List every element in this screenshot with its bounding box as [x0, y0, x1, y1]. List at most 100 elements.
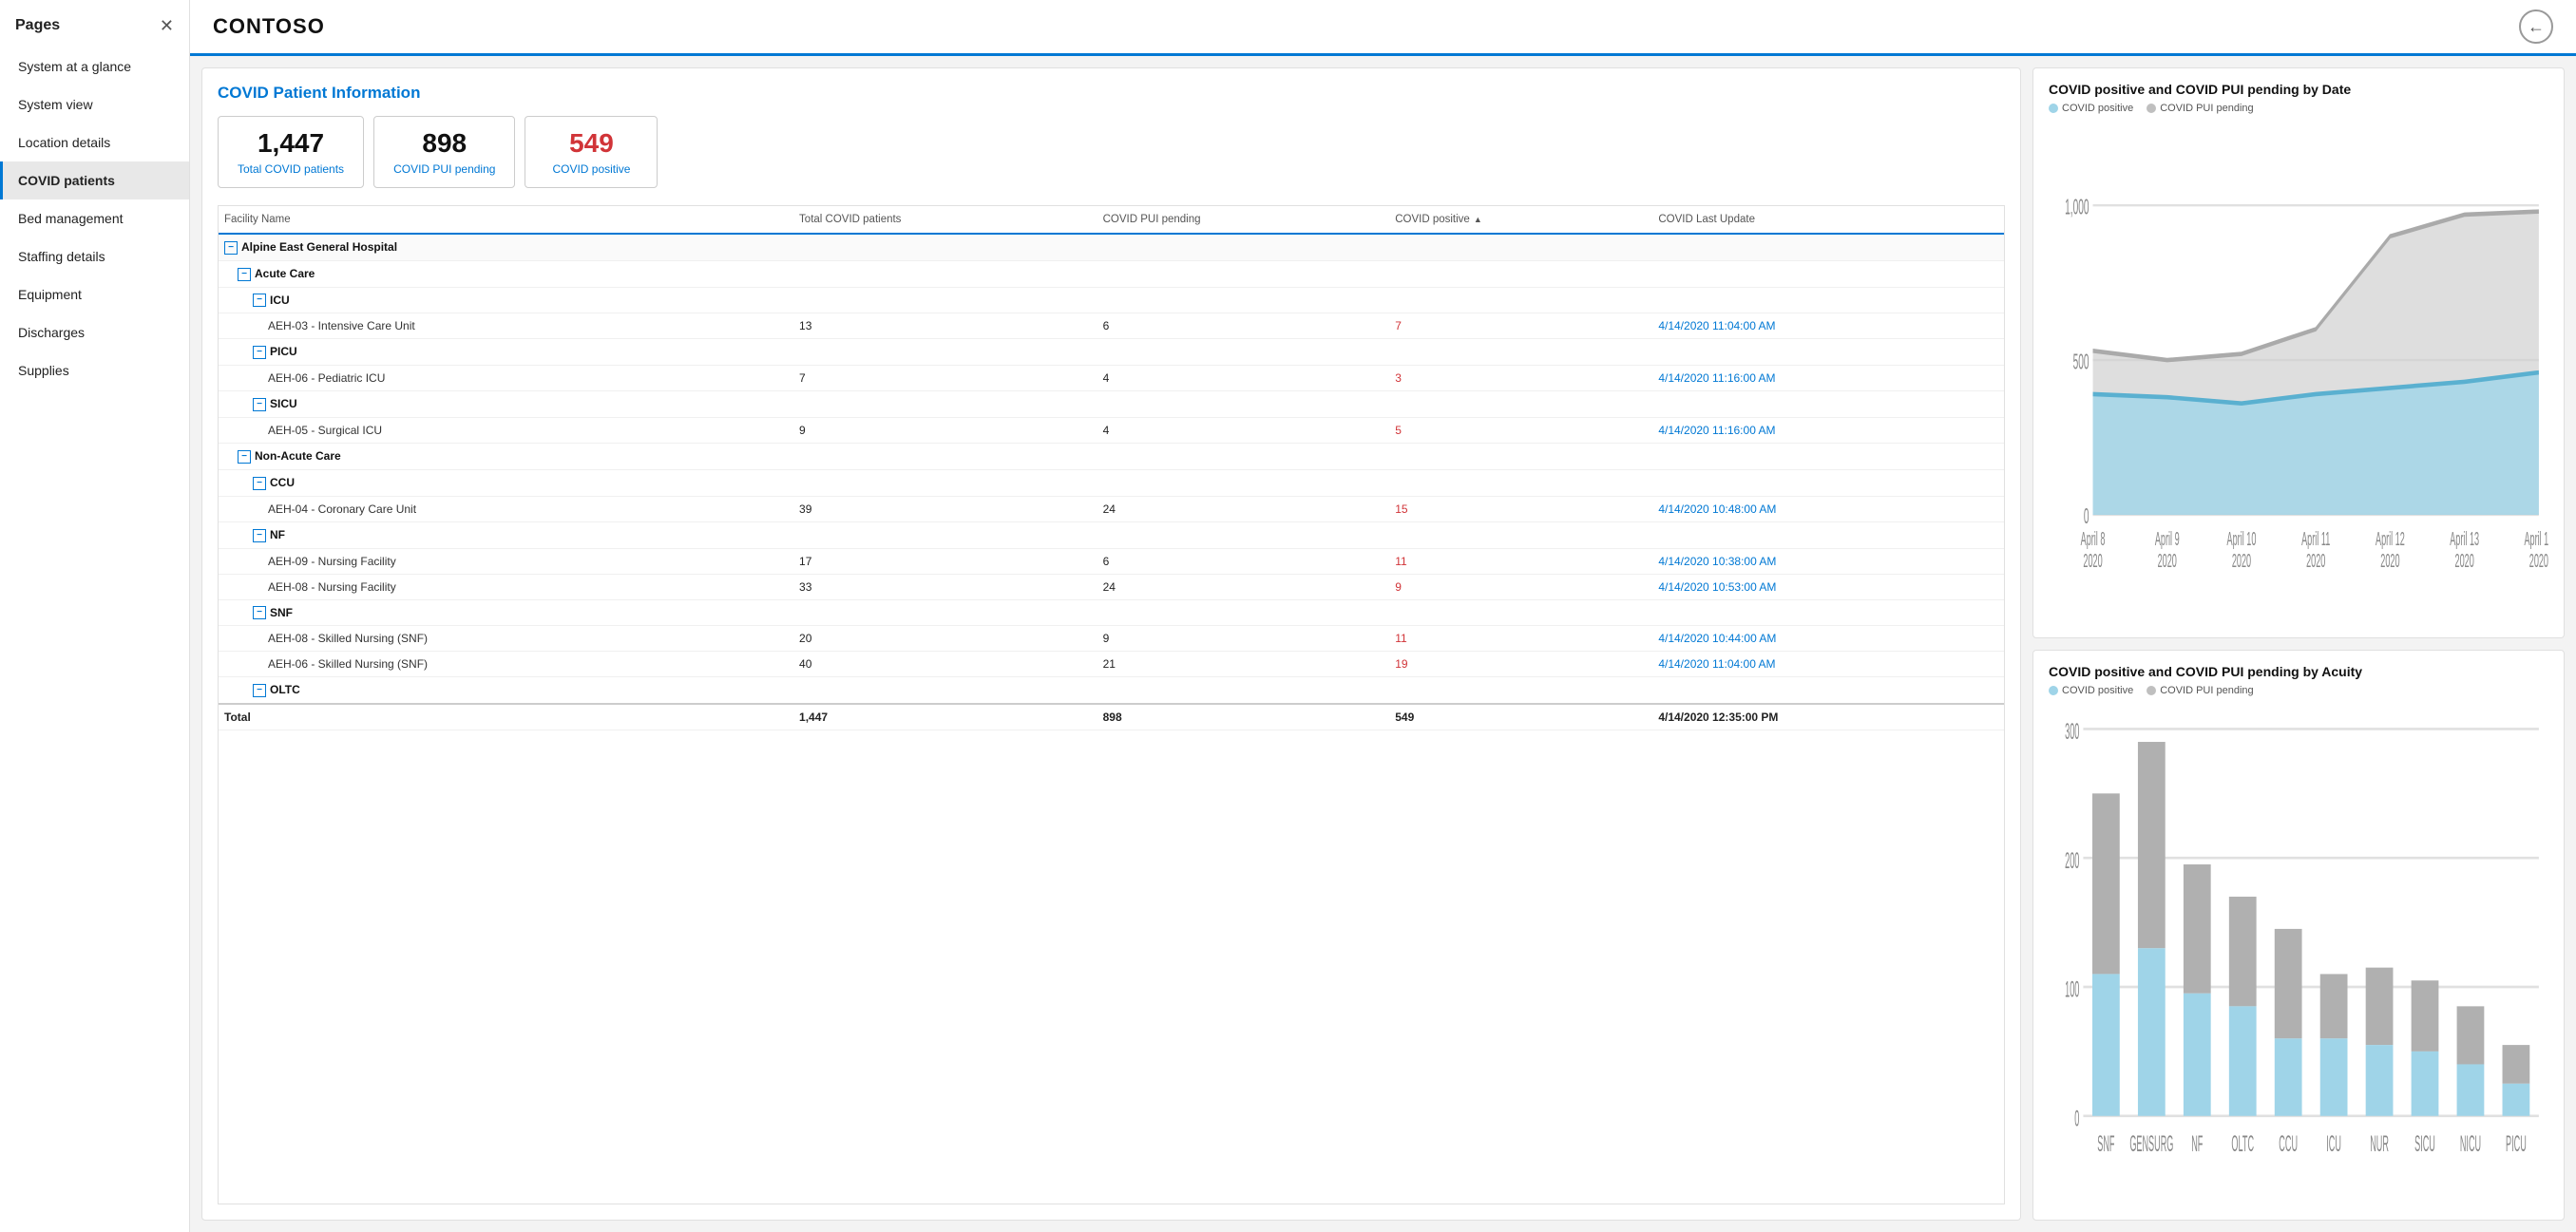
svg-text:2020: 2020 — [2455, 551, 2474, 572]
last-update-cell: 4/14/2020 11:04:00 AM — [1652, 313, 2004, 339]
total-date-cell: 4/14/2020 12:35:00 PM — [1652, 704, 2004, 730]
svg-text:200: 200 — [2065, 848, 2079, 873]
svg-text:April 12: April 12 — [2376, 529, 2405, 550]
table-row: −ICU — [219, 287, 2004, 313]
positive-cell: 9 — [1389, 574, 1652, 599]
subsubgroup-header-cell: −OLTC — [219, 677, 2004, 704]
svg-text:2020: 2020 — [2158, 551, 2177, 572]
svg-text:2020: 2020 — [2083, 551, 2102, 572]
legend-dot — [2147, 104, 2156, 113]
sidebar-item-supplies[interactable]: Supplies — [0, 351, 189, 389]
sidebar-item-system-at-glance[interactable]: System at a glance — [0, 47, 189, 85]
positive-cell: 5 — [1389, 418, 1652, 444]
expand-icon[interactable]: − — [253, 477, 266, 490]
sidebar-item-staffing-details[interactable]: Staffing details — [0, 237, 189, 275]
facility-name-cell: AEH-09 - Nursing Facility — [219, 548, 793, 574]
left-panel: COVID Patient Information 1,447Total COV… — [201, 67, 2021, 1221]
col-header-pui[interactable]: COVID PUI pending — [1097, 206, 1390, 234]
expand-icon[interactable]: − — [224, 241, 238, 255]
svg-text:ICU: ICU — [2326, 1131, 2341, 1156]
sidebar-item-discharges[interactable]: Discharges — [0, 313, 189, 351]
total-cell: 33 — [793, 574, 1097, 599]
main-area: CONTOSO ← COVID Patient Information 1,44… — [190, 0, 2576, 1232]
expand-icon[interactable]: − — [238, 450, 251, 464]
right-panel: COVID positive and COVID PUI pending by … — [2032, 67, 2565, 1221]
legend-dot — [2147, 686, 2156, 695]
col-header-total[interactable]: Total COVID patients — [793, 206, 1097, 234]
line-chart-legend: COVID positive COVID PUI pending — [2049, 103, 2548, 114]
total-positive-cell: 549 — [1389, 704, 1652, 730]
table-row: −Acute Care — [219, 260, 2004, 287]
pui-cell: 9 — [1097, 626, 1390, 652]
covid-table: Facility NameTotal COVID patientsCOVID P… — [219, 206, 2004, 730]
bar-chart-legend: COVID positiveCOVID PUI pending — [2049, 685, 2548, 696]
expand-icon[interactable]: − — [253, 294, 266, 307]
svg-text:NF: NF — [2191, 1131, 2203, 1156]
table-row: −Alpine East General Hospital — [219, 234, 2004, 260]
bar-chart-container: 0100200300SNFGENSURGNFOLTCCCUICUNURSICUN… — [2049, 704, 2548, 1206]
svg-text:SNF: SNF — [2097, 1131, 2114, 1156]
sidebar-item-covid-patients[interactable]: COVID patients — [0, 161, 189, 199]
table-row: Total1,4478985494/14/2020 12:35:00 PM — [219, 704, 2004, 730]
subsubgroup-header-cell: −NF — [219, 521, 2004, 548]
pui-cell: 4 — [1097, 366, 1390, 391]
facility-name-cell: AEH-03 - Intensive Care Unit — [219, 313, 793, 339]
svg-text:0: 0 — [2084, 503, 2089, 528]
total-name-cell: Total — [219, 704, 793, 730]
col-header-lastUpdate[interactable]: COVID Last Update — [1652, 206, 2004, 234]
col-header-facility[interactable]: Facility Name — [219, 206, 793, 234]
sidebar-item-equipment[interactable]: Equipment — [0, 275, 189, 313]
app-title: CONTOSO — [213, 14, 325, 39]
expand-icon[interactable]: − — [253, 684, 266, 697]
svg-text:2020: 2020 — [2306, 551, 2325, 572]
table-row: AEH-08 - Nursing Facility332494/14/2020 … — [219, 574, 2004, 599]
positive-cell: 11 — [1389, 548, 1652, 574]
positive-cell: 7 — [1389, 313, 1652, 339]
legend-item: COVID positive — [2049, 103, 2133, 114]
legend-item: COVID positive — [2049, 685, 2133, 696]
last-update-cell: 4/14/2020 11:16:00 AM — [1652, 418, 2004, 444]
sidebar-nav: System at a glanceSystem viewLocation de… — [0, 47, 189, 389]
sidebar-close-button[interactable]: ✕ — [160, 17, 174, 34]
expand-icon[interactable]: − — [253, 346, 266, 359]
positive-cell: 3 — [1389, 366, 1652, 391]
expand-icon[interactable]: − — [253, 606, 266, 619]
pui-cell: 24 — [1097, 496, 1390, 521]
total-cell: 7 — [793, 366, 1097, 391]
table-row: −Non-Acute Care — [219, 444, 2004, 470]
back-button[interactable]: ← — [2519, 9, 2553, 44]
subgroup-header-cell: −Acute Care — [219, 260, 2004, 287]
last-update-cell: 4/14/2020 11:04:00 AM — [1652, 652, 2004, 677]
svg-text:April 9: April 9 — [2155, 529, 2180, 550]
card-value: 898 — [393, 128, 495, 159]
sidebar-header: Pages ✕ — [0, 0, 189, 44]
card-label: Total COVID patients — [238, 162, 344, 176]
total-cell: 9 — [793, 418, 1097, 444]
last-update-cell: 4/14/2020 10:44:00 AM — [1652, 626, 2004, 652]
total-cell: 20 — [793, 626, 1097, 652]
expand-icon[interactable]: − — [238, 268, 251, 281]
svg-text:NICU: NICU — [2460, 1131, 2481, 1156]
last-update-cell: 4/14/2020 10:53:00 AM — [1652, 574, 2004, 599]
expand-icon[interactable]: − — [253, 529, 266, 542]
table-row: AEH-06 - Pediatric ICU7434/14/2020 11:16… — [219, 366, 2004, 391]
summary-cards: 1,447Total COVID patients898COVID PUI pe… — [218, 116, 2005, 188]
legend-item: COVID PUI pending — [2147, 103, 2253, 114]
subsubgroup-header-cell: −CCU — [219, 469, 2004, 496]
facility-name-cell: AEH-05 - Surgical ICU — [219, 418, 793, 444]
topbar: CONTOSO ← — [190, 0, 2576, 56]
data-table-wrapper[interactable]: Facility NameTotal COVID patientsCOVID P… — [218, 205, 2005, 1204]
expand-icon[interactable]: − — [253, 398, 266, 411]
svg-text:500: 500 — [2073, 350, 2089, 374]
total-cell: 40 — [793, 652, 1097, 677]
sidebar-item-bed-management[interactable]: Bed management — [0, 199, 189, 237]
svg-text:NUR: NUR — [2370, 1131, 2389, 1156]
facility-name-cell: AEH-08 - Skilled Nursing (SNF) — [219, 626, 793, 652]
sidebar-item-location-details[interactable]: Location details — [0, 123, 189, 161]
table-row: −OLTC — [219, 677, 2004, 704]
table-row: AEH-09 - Nursing Facility176114/14/2020 … — [219, 548, 2004, 574]
group-header-cell: −Alpine East General Hospital — [219, 234, 2004, 260]
sidebar-item-system-view[interactable]: System view — [0, 85, 189, 123]
pui-cell: 24 — [1097, 574, 1390, 599]
col-header-positive[interactable]: COVID positive▲ — [1389, 206, 1652, 234]
